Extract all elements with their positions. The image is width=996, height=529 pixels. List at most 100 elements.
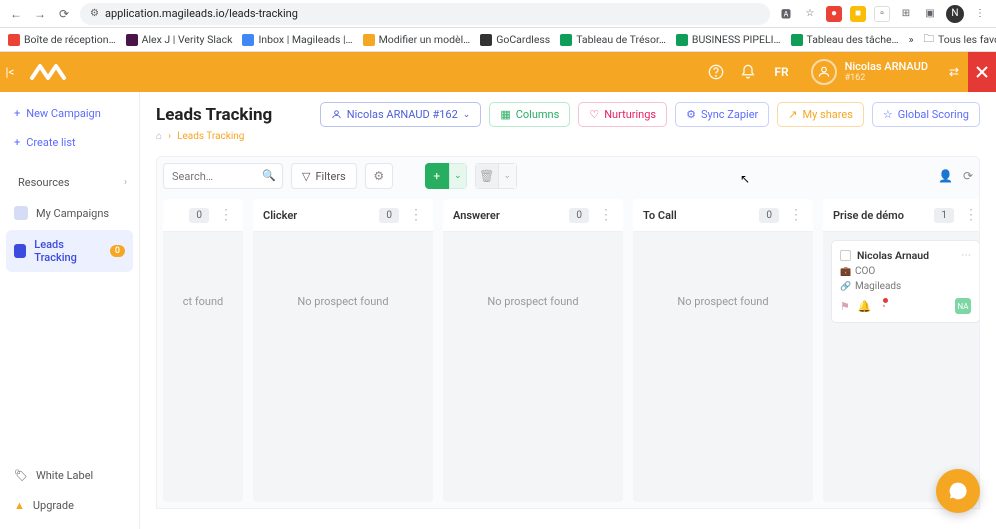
bookmark-item[interactable]: Tableau de Trésor…	[560, 33, 666, 46]
bookmarks-bar: Boîte de réception… Alex J | Verity Slac…	[0, 28, 996, 52]
lead-card[interactable]: Nicolas Arnaud ⋯ 💼COO 🔗Magileads ⚑ 🔔 ◔ N…	[831, 240, 980, 323]
search-icon[interactable]: 🔍	[262, 169, 276, 182]
assign-icon[interactable]: 👤	[938, 169, 953, 183]
upgrade-icon: ▲	[14, 499, 25, 512]
bookmark-item[interactable]: Tableau des tâche…	[791, 33, 899, 46]
column-title: Clicker	[263, 209, 297, 222]
card-checkbox[interactable]	[840, 250, 851, 261]
extensions-menu-icon[interactable]: ⊞	[898, 6, 914, 22]
column-menu-icon[interactable]: ⋮	[964, 207, 978, 223]
activity-icon[interactable]: ◔	[880, 300, 887, 313]
empty-state-text: ct found	[183, 295, 224, 308]
campaigns-icon	[14, 206, 28, 220]
sync-zapier-button[interactable]: ⚙Sync Zapier	[675, 102, 769, 127]
flag-icon[interactable]: ⚑	[840, 300, 850, 313]
global-scoring-button[interactable]: ☆Global Scoring	[872, 102, 980, 127]
empty-state-text: No prospect found	[677, 295, 768, 308]
user-id: #162	[845, 73, 928, 84]
close-button[interactable]	[968, 52, 996, 92]
extension-icon[interactable]: ■	[850, 6, 866, 22]
help-icon[interactable]	[700, 56, 732, 88]
collapse-sidebar-button[interactable]: |<	[0, 52, 20, 92]
nurturings-button[interactable]: ♡Nurturings	[578, 102, 667, 127]
column-title: Prise de démo	[833, 209, 904, 222]
kanban-column: Answerer 0 ⋮ No prospect found	[443, 199, 623, 502]
extension-icon[interactable]: ▫	[874, 6, 890, 22]
card-lead-name: Nicolas Arnaud	[857, 249, 929, 262]
refresh-icon[interactable]: ⟳	[963, 169, 973, 183]
column-title: Answerer	[453, 209, 500, 222]
columns-button[interactable]: ▦Columns	[489, 102, 570, 127]
filters-button[interactable]: ▽Filters	[291, 163, 357, 189]
translate-icon[interactable]: 🅰	[778, 6, 794, 22]
column-count: 0	[759, 208, 779, 223]
card-role: COO	[855, 266, 875, 277]
reload-button[interactable]: ⟳	[56, 6, 72, 22]
sidebar-item-my-campaigns[interactable]: My Campaigns	[6, 198, 133, 228]
bookmark-item[interactable]: Inbox | Magileads |…	[242, 33, 352, 46]
column-count: 0	[379, 208, 399, 223]
language-selector[interactable]: FR	[764, 65, 798, 79]
app-logo[interactable]	[20, 52, 80, 92]
column-menu-icon[interactable]: ⋮	[409, 207, 423, 223]
bookmark-item[interactable]: Modifier un modèl…	[363, 33, 471, 46]
breadcrumb: ⌂ › Leads Tracking	[156, 131, 980, 142]
empty-state-text: No prospect found	[297, 295, 388, 308]
url-text: application.magileads.io/leads-tracking	[105, 7, 298, 20]
sidebar-item-resources[interactable]: Resources›	[6, 168, 133, 197]
sidebar-item-leads-tracking[interactable]: Leads Tracking0	[6, 230, 133, 272]
chevron-down-icon[interactable]: ⌄	[449, 163, 467, 189]
kanban-column: 0 ⋮ ct found	[163, 199, 243, 502]
chat-fab[interactable]	[936, 469, 980, 513]
notifications-icon[interactable]	[732, 56, 764, 88]
column-menu-icon[interactable]: ⋮	[789, 207, 803, 223]
chrome-menu-icon[interactable]: ⋮	[972, 6, 988, 22]
forward-button[interactable]: →	[32, 6, 48, 22]
bookmark-item[interactable]: GoCardless	[480, 33, 550, 46]
url-bar[interactable]: ⚙ application.magileads.io/leads-trackin…	[80, 3, 770, 25]
sidebar-item-white-label[interactable]: 🏷White Label	[6, 461, 133, 490]
profile-avatar[interactable]: N	[946, 5, 964, 23]
column-count: 1	[934, 208, 954, 223]
add-button[interactable]: + ⌄	[425, 163, 467, 189]
settings-icon-button[interactable]: ⚙	[365, 163, 393, 189]
extension-icon[interactable]: ●	[826, 6, 842, 22]
plus-icon: +	[425, 163, 449, 189]
delete-button[interactable]: 🗑 ⌄	[475, 163, 517, 189]
chevron-down-icon: ⌄	[463, 110, 471, 120]
column-menu-icon[interactable]: ⋮	[219, 207, 233, 223]
back-button[interactable]: ←	[8, 6, 24, 22]
bookmark-item[interactable]: Alex J | Verity Slack	[126, 33, 233, 46]
all-bookmarks-folder[interactable]: 🗀Tous les favoris	[924, 31, 996, 49]
browser-nav-bar: ← → ⟳ ⚙ application.magileads.io/leads-t…	[0, 0, 996, 28]
chevron-down-icon[interactable]: ⌄	[499, 163, 517, 189]
new-campaign-button[interactable]: +New Campaign	[6, 100, 133, 127]
user-avatar-icon	[811, 59, 837, 85]
leads-icon	[14, 244, 26, 258]
home-icon[interactable]: ⌂	[156, 131, 162, 142]
trash-icon: 🗑	[475, 163, 499, 189]
site-info-icon: ⚙	[90, 8, 99, 19]
bookmarks-overflow[interactable]: »	[909, 33, 914, 46]
side-panel-icon[interactable]: ▣	[922, 6, 938, 22]
card-menu-icon[interactable]: ⋯	[961, 250, 971, 261]
page-title: Leads Tracking	[156, 105, 272, 125]
filter-icon: ▽	[302, 170, 310, 183]
link-icon: 🔗	[840, 282, 850, 292]
main-content: Leads Tracking Nicolas ARNAUD #162 ⌄ ▦Co…	[140, 92, 996, 529]
bookmark-item[interactable]: Boîte de réception…	[8, 33, 116, 46]
bookmark-star-icon[interactable]: ☆	[802, 6, 818, 22]
card-owner-avatar[interactable]: NA	[955, 298, 971, 314]
swap-account-icon[interactable]: ⇄	[940, 65, 968, 79]
column-menu-icon[interactable]: ⋮	[599, 207, 613, 223]
my-shares-button[interactable]: ↗My shares	[777, 102, 864, 127]
bookmark-item[interactable]: BUSINESS PIPELI…	[676, 33, 781, 46]
user-selector-dropdown[interactable]: Nicolas ARNAUD #162 ⌄	[320, 102, 482, 127]
user-menu[interactable]: Nicolas ARNAUD #162	[799, 59, 940, 85]
breadcrumb-current[interactable]: Leads Tracking	[177, 131, 244, 142]
sidebar-item-upgrade[interactable]: ▲Upgrade	[6, 491, 133, 520]
sidebar: +New Campaign +Create list Resources› My…	[0, 92, 140, 529]
bell-icon[interactable]: 🔔	[858, 300, 872, 313]
create-list-button[interactable]: +Create list	[6, 129, 133, 156]
star-icon: ☆	[883, 108, 893, 121]
